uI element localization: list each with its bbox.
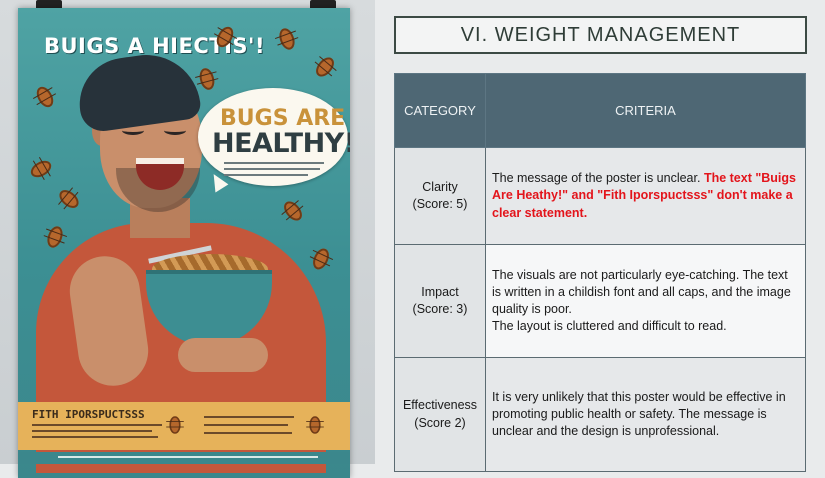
header-criteria: CRITERIA <box>485 73 806 148</box>
fine-print <box>32 436 158 438</box>
category-cell: Clarity (Score: 5) <box>394 147 486 245</box>
bug-icon <box>306 416 324 434</box>
fine-print <box>32 424 162 426</box>
category-score: (Score: 5) <box>412 197 468 211</box>
bug-icon <box>33 83 57 111</box>
criteria-text: The message of the poster is unclear. <box>492 171 701 186</box>
table-header-row: CATEGORY CRITERIA <box>394 73 806 148</box>
bug-icon <box>197 66 217 92</box>
criteria-text: The visuals are not particularly eye-cat… <box>492 267 791 317</box>
table-row: Clarity (Score: 5) The message of the po… <box>394 147 806 245</box>
bug-icon <box>166 416 184 434</box>
poster-bottom-strip: FITH IPORSPUCTSSS <box>18 402 350 450</box>
bug-icon <box>27 157 55 181</box>
bug-icon <box>44 224 66 250</box>
category-cell: Impact (Score: 3) <box>394 244 486 358</box>
criteria-cell: The visuals are not particularly eye-cat… <box>485 244 806 358</box>
fine-print <box>204 432 292 434</box>
category-name: Impact <box>421 284 459 299</box>
bubble-fine-print <box>224 174 308 176</box>
category-cell: Effectiveness (Score 2) <box>394 357 486 472</box>
slide-title: VI. WEIGHT MANAGEMENT <box>460 23 741 46</box>
slide-title-box: VI. WEIGHT MANAGEMENT <box>394 16 807 54</box>
category-score: (Score 2) <box>414 415 466 430</box>
criteria-extra: The layout is cluttered and difficult to… <box>492 319 727 334</box>
criteria-text: It is very unlikely that this poster wou… <box>492 389 786 439</box>
category-name: Effectiveness <box>402 398 478 413</box>
criteria-cell: The message of the poster is unclear. Th… <box>485 147 806 245</box>
bug-icon <box>276 26 298 52</box>
man-eye <box>164 126 186 135</box>
bug-icon <box>312 54 338 80</box>
table-row: Impact (Score: 3) The visuals are not pa… <box>394 244 806 358</box>
fine-print <box>204 424 288 426</box>
man-eye <box>122 126 144 135</box>
criteria-cell: It is very unlikely that this poster wou… <box>485 357 806 472</box>
category-score: (Score: 3) <box>412 302 468 316</box>
bug-icon <box>56 186 82 212</box>
category-name: Clarity <box>422 179 458 194</box>
header-category: CATEGORY <box>394 73 486 148</box>
fine-print <box>58 456 318 458</box>
fine-print <box>32 430 152 432</box>
bubble-fine-print <box>224 162 324 164</box>
man-hand <box>178 338 268 372</box>
table-row: Effectiveness (Score 2) It is very unlik… <box>394 357 806 472</box>
bug-icon <box>310 246 332 272</box>
poster-bottom-title: FITH IPORSPUCTSSS <box>32 408 145 421</box>
bubble-text-line2: HEALTHY! <box>212 128 350 159</box>
poster-footer <box>18 452 350 464</box>
speech-bubble: BUGS ARE HEALTHY! <box>198 88 350 186</box>
bubble-fine-print <box>224 168 320 170</box>
fine-print <box>204 416 294 418</box>
evaluation-table: CATEGORY CRITERIA Clarity (Score: 5) The… <box>394 73 806 472</box>
bug-icon <box>280 198 306 224</box>
